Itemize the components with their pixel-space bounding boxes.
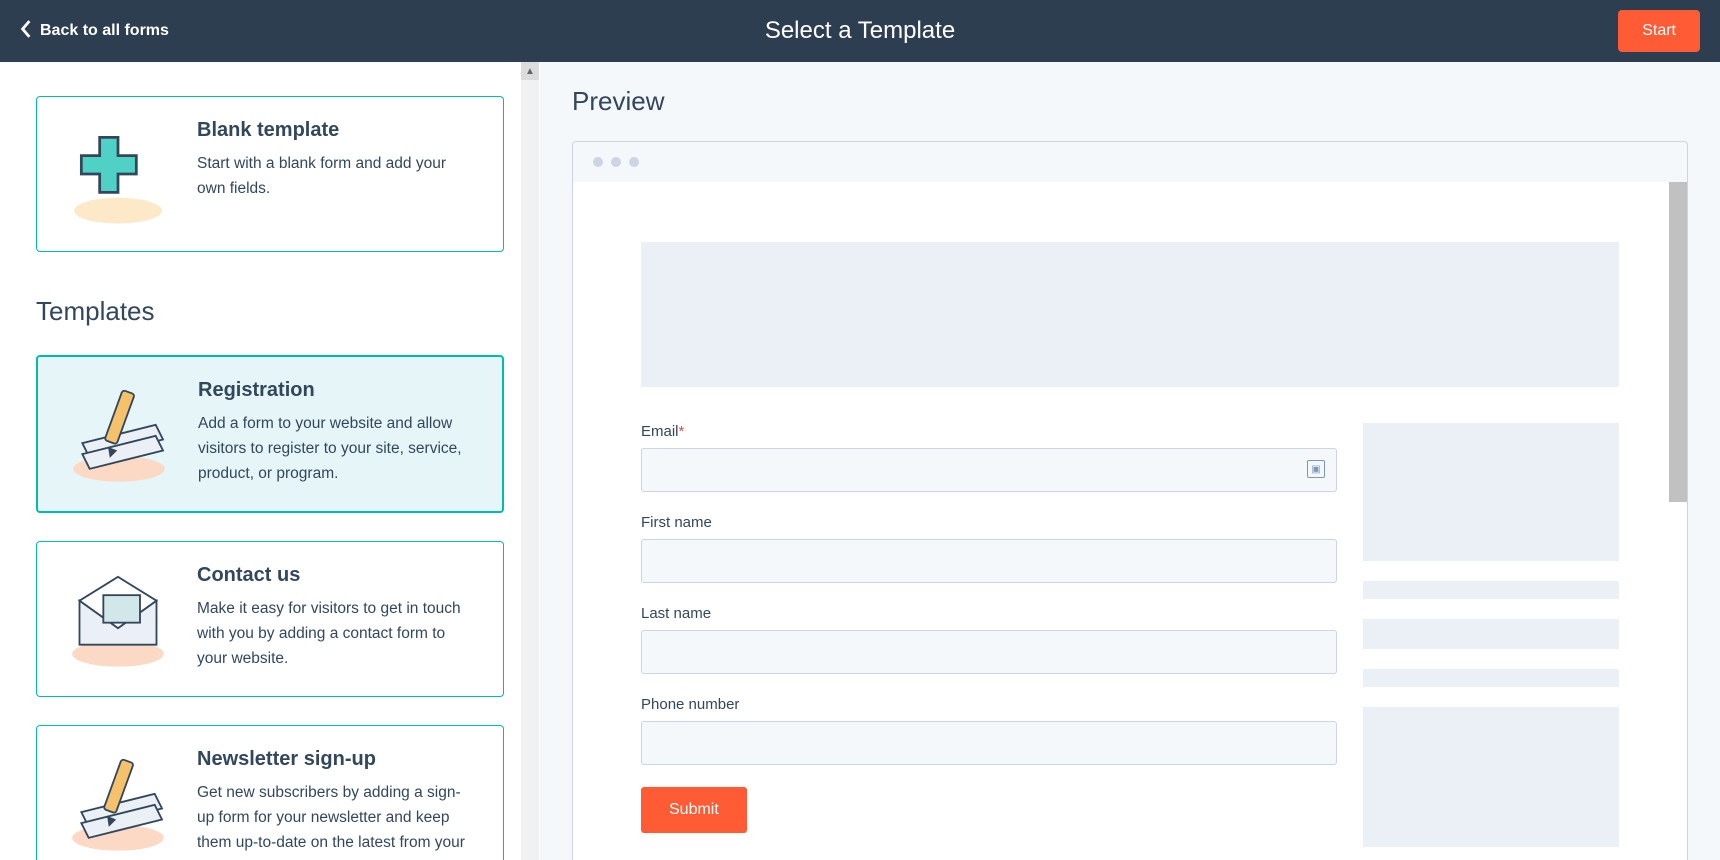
sidebar-placeholder-column bbox=[1363, 423, 1619, 847]
window-dot-icon bbox=[611, 157, 621, 167]
window-dot-icon bbox=[593, 157, 603, 167]
form-preview: Email* ▣ First name Last name Phone numb… bbox=[641, 423, 1337, 847]
firstname-input[interactable] bbox=[641, 539, 1337, 583]
blank-template-card[interactable]: Blank template Start with a blank form a… bbox=[36, 96, 504, 252]
template-desc: Make it easy for visitors to get in touc… bbox=[197, 597, 477, 671]
submit-button[interactable]: Submit bbox=[641, 787, 747, 833]
back-label: Back to all forms bbox=[40, 22, 169, 40]
preview-scrollbar[interactable] bbox=[1669, 182, 1687, 502]
header-bar: Back to all forms Select a Template Star… bbox=[0, 0, 1720, 62]
template-title: Registration bbox=[198, 379, 476, 402]
firstname-label: First name bbox=[641, 514, 1337, 531]
email-input[interactable] bbox=[641, 448, 1337, 492]
email-label: Email* bbox=[641, 423, 1337, 440]
template-sidebar: ▲ Blank template Start with a blank form… bbox=[0, 62, 540, 860]
blank-template-title: Blank template bbox=[197, 119, 477, 142]
placeholder-block bbox=[1363, 581, 1619, 599]
placeholder-block bbox=[1363, 619, 1619, 649]
templates-heading: Templates bbox=[36, 296, 504, 327]
browser-body: Email* ▣ First name Last name Phone numb… bbox=[573, 182, 1687, 860]
template-desc: Add a form to your website and allow vis… bbox=[198, 412, 476, 486]
pencil-form-icon bbox=[64, 379, 174, 489]
template-card-contact[interactable]: Contact us Make it easy for visitors to … bbox=[36, 541, 504, 697]
placeholder-block bbox=[1363, 707, 1619, 847]
start-button[interactable]: Start bbox=[1618, 10, 1700, 52]
browser-mockup: Email* ▣ First name Last name Phone numb… bbox=[572, 141, 1688, 860]
phone-label: Phone number bbox=[641, 696, 1337, 713]
envelope-icon bbox=[63, 564, 173, 674]
placeholder-block bbox=[641, 242, 1619, 387]
pencil-form-icon bbox=[63, 748, 173, 860]
template-card-newsletter[interactable]: Newsletter sign-up Get new subscribers b… bbox=[36, 725, 504, 860]
template-card-registration[interactable]: Registration Add a form to your website … bbox=[36, 355, 504, 513]
blank-template-desc: Start with a blank form and add your own… bbox=[197, 152, 477, 202]
plus-icon bbox=[63, 119, 173, 229]
scrollbar[interactable]: ▲ bbox=[521, 62, 539, 860]
main-body: ▲ Blank template Start with a blank form… bbox=[0, 62, 1720, 860]
preview-heading: Preview bbox=[572, 86, 1688, 117]
template-title: Newsletter sign-up bbox=[197, 748, 477, 771]
placeholder-block bbox=[1363, 423, 1619, 561]
phone-input[interactable] bbox=[641, 721, 1337, 765]
back-to-forms-link[interactable]: Back to all forms bbox=[20, 20, 169, 43]
placeholder-block bbox=[1363, 669, 1619, 687]
browser-bar bbox=[573, 142, 1687, 182]
lastname-label: Last name bbox=[641, 605, 1337, 622]
page-title: Select a Template bbox=[765, 17, 955, 45]
contact-card-icon: ▣ bbox=[1307, 460, 1325, 478]
lastname-input[interactable] bbox=[641, 630, 1337, 674]
template-title: Contact us bbox=[197, 564, 477, 587]
template-desc: Get new subscribers by adding a sign-up … bbox=[197, 781, 477, 860]
preview-pane: Preview Email* ▣ First name bbox=[540, 62, 1720, 860]
window-dot-icon bbox=[629, 157, 639, 167]
chevron-left-icon bbox=[20, 20, 32, 43]
scroll-up-icon[interactable]: ▲ bbox=[521, 62, 539, 80]
